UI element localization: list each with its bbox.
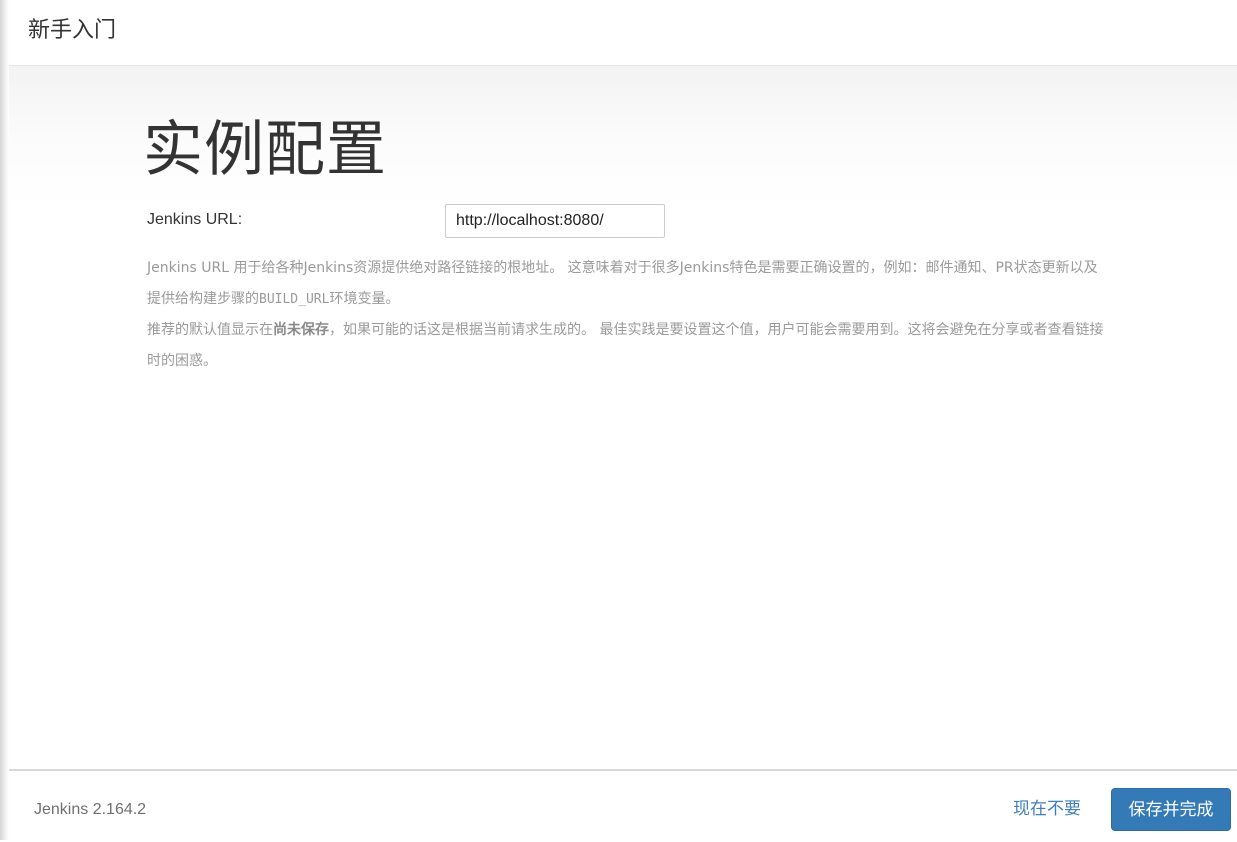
dialog-footer: Jenkins 2.164.2 现在不要 保存并完成	[9, 769, 1237, 842]
setup-window: 新手入门 实例配置 Jenkins URL: Jenkins URL 用于给各种…	[0, 0, 1237, 842]
not-saved-emphasis: 尚未保存	[273, 322, 329, 338]
build-url-code: BUILD_URL	[259, 292, 330, 307]
page-title: 实例配置	[143, 115, 387, 185]
help-paragraph-2: 推荐的默认值显示在尚未保存，如果可能的话这是根据当前请求生成的。 最佳实践是要设…	[147, 315, 1107, 377]
help-text-1b: 环境变量。	[329, 291, 400, 307]
save-and-finish-button[interactable]: 保存并完成	[1111, 788, 1231, 831]
dialog-body: 实例配置 Jenkins URL: Jenkins URL 用于给各种Jenki…	[9, 66, 1237, 769]
help-text-2a: 推荐的默认值显示在	[147, 322, 273, 338]
help-text: Jenkins URL 用于给各种Jenkins资源提供绝对路径链接的根地址。 …	[147, 253, 1107, 377]
dialog-title: 新手入门	[28, 18, 117, 43]
jenkins-url-input[interactable]	[445, 204, 665, 238]
help-paragraph-1: Jenkins URL 用于给各种Jenkins资源提供绝对路径链接的根地址。 …	[147, 253, 1107, 315]
dialog-header: 新手入门	[9, 0, 1237, 66]
setup-dialog: 新手入门 实例配置 Jenkins URL: Jenkins URL 用于给各种…	[9, 0, 1237, 842]
overlay-shadow	[0, 0, 9, 840]
jenkins-url-label: Jenkins URL:	[147, 211, 243, 228]
skip-button[interactable]: 现在不要	[1013, 797, 1081, 821]
jenkins-version: Jenkins 2.164.2	[34, 801, 147, 818]
